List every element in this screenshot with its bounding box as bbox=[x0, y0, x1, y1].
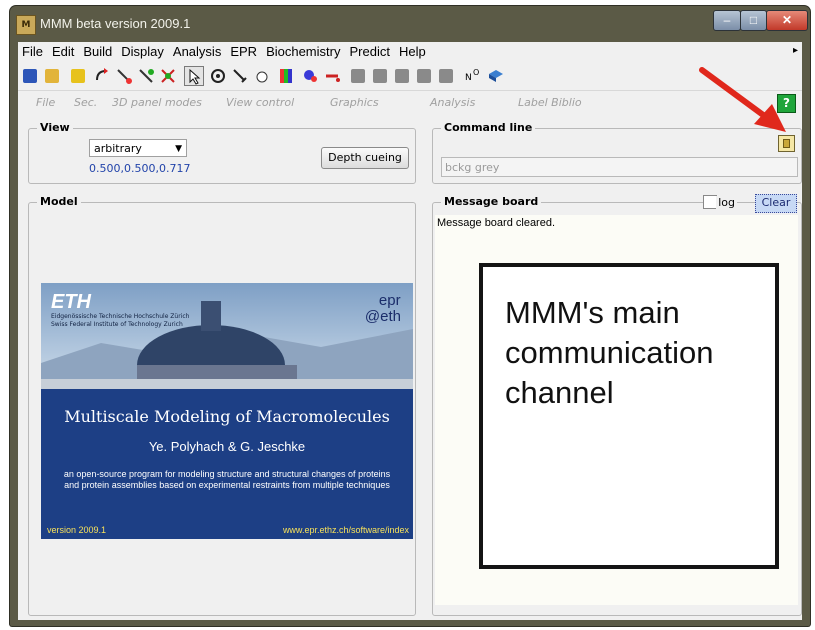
panel-mode-bar: File Sec. 3D panel modes View control Gr… bbox=[18, 92, 802, 113]
panel-view-control[interactable]: View control bbox=[226, 96, 294, 109]
splash-authors: Ye. Polyhach & G. Jeschke bbox=[148, 439, 306, 454]
model-group: Model ETH Eidgenössische Technische Hoch… bbox=[28, 195, 416, 616]
pointer-icon[interactable] bbox=[184, 66, 204, 86]
eth-logo: ETH bbox=[51, 291, 91, 313]
minimize-button[interactable]: – bbox=[713, 10, 741, 31]
splash-image: ETH Eidgenössische Technische Hochschule… bbox=[41, 283, 413, 539]
menu-overflow-icon[interactable]: ▸ bbox=[793, 45, 798, 56]
menu-predict[interactable]: Predict bbox=[345, 42, 394, 59]
save-icon[interactable] bbox=[20, 66, 40, 86]
view-group: View arbitrary ▼ 0.500,0.500,0.717 Depth… bbox=[28, 121, 416, 184]
view-mode-value: arbitrary bbox=[94, 142, 142, 155]
callout-text: MMM's main communication channel bbox=[505, 295, 714, 410]
lock-icon[interactable] bbox=[68, 66, 88, 86]
rotate-arrow-icon[interactable] bbox=[92, 66, 112, 86]
sphere-icon[interactable] bbox=[300, 66, 320, 86]
message-board-title: Message board bbox=[441, 195, 542, 208]
view-coordinates: 0.500,0.500,0.717 bbox=[89, 162, 191, 175]
eth-subtitle-line-2: Swiss Federal Institute of Technology Zu… bbox=[51, 321, 183, 328]
panel-analysis[interactable]: Analysis bbox=[430, 96, 475, 109]
view-group-title: View bbox=[37, 121, 73, 134]
disabled-tool-icon-2 bbox=[370, 66, 390, 86]
svg-text:N: N bbox=[465, 73, 472, 83]
depth-cueing-button[interactable]: Depth cueing bbox=[321, 147, 409, 169]
menu-biochemistry[interactable]: Biochemistry bbox=[262, 42, 345, 59]
zoom-icon[interactable] bbox=[230, 66, 250, 86]
menu-file[interactable]: File bbox=[18, 42, 48, 59]
message-board-area[interactable]: Message board cleared. MMM's main commun… bbox=[435, 215, 798, 605]
disabled-tool-icon-1 bbox=[348, 66, 368, 86]
window-title: MMM beta version 2009.1 bbox=[40, 16, 191, 31]
splash-version: version 2009.1 bbox=[47, 525, 107, 535]
disabled-tool-icon-3 bbox=[392, 66, 412, 86]
callout-box: MMM's main communication channel bbox=[479, 263, 779, 569]
svg-text:O: O bbox=[473, 68, 479, 77]
maximize-button[interactable]: □ bbox=[740, 10, 767, 31]
epr-eth-logo-text: @eth bbox=[364, 308, 401, 325]
view-mode-select[interactable]: arbitrary ▼ bbox=[89, 139, 187, 157]
open-folder-icon[interactable] bbox=[42, 66, 62, 86]
label-icon[interactable] bbox=[322, 66, 342, 86]
color-icon[interactable] bbox=[276, 66, 296, 86]
disabled-tool-icon-5 bbox=[436, 66, 456, 86]
message-board-group: Message board log Clear Message board cl… bbox=[432, 194, 802, 616]
epr-eth-logo: epr @eth bbox=[365, 293, 401, 325]
menu-epr[interactable]: EPR bbox=[226, 42, 262, 59]
splash-description: an open-source program for modeling stru… bbox=[63, 469, 391, 490]
menu-analysis[interactable]: Analysis bbox=[169, 42, 226, 59]
menu-display[interactable]: Display bbox=[117, 42, 169, 59]
deselect-icon[interactable] bbox=[158, 66, 178, 86]
title-bar[interactable]: M MMM beta version 2009.1 – □ ✕ bbox=[10, 6, 810, 40]
command-line-title: Command line bbox=[441, 121, 536, 134]
pan-hand-icon[interactable] bbox=[252, 66, 272, 86]
select-residue-icon[interactable] bbox=[136, 66, 156, 86]
model-group-title: Model bbox=[37, 195, 81, 208]
panel-label-biblio[interactable]: Label Biblio bbox=[518, 96, 582, 109]
client-area: File Edit Build Display Analysis EPR Biochemis… bbox=[18, 42, 802, 620]
book-icon[interactable] bbox=[486, 66, 506, 86]
nitroxide-icon[interactable]: NO bbox=[462, 66, 482, 86]
menu-help[interactable]: Help bbox=[395, 42, 431, 59]
panel-sec[interactable]: Sec. bbox=[74, 96, 97, 109]
close-button[interactable]: ✕ bbox=[766, 10, 808, 31]
splash-title: Multiscale Modeling of Macromolecules bbox=[64, 407, 390, 426]
command-input[interactable]: bckg grey bbox=[441, 157, 798, 177]
panel-graphics[interactable]: Graphics bbox=[330, 96, 379, 109]
menu-build[interactable]: Build bbox=[79, 42, 117, 59]
menu-edit[interactable]: Edit bbox=[48, 42, 79, 59]
panel-3d-modes[interactable]: 3D panel modes bbox=[112, 96, 202, 109]
annotation-arrow-icon bbox=[699, 67, 786, 132]
log-checkbox[interactable] bbox=[703, 195, 717, 209]
chevron-down-icon: ▼ bbox=[175, 144, 182, 154]
clear-button[interactable]: Clear bbox=[755, 194, 797, 213]
toolbar: NO bbox=[18, 62, 802, 91]
disabled-tool-icon-4 bbox=[414, 66, 434, 86]
menu-bar: File Edit Build Display Analysis EPR Biochemis… bbox=[18, 42, 802, 62]
log-label: log bbox=[716, 196, 737, 209]
epr-logo-text: epr bbox=[378, 292, 401, 309]
splash-url: www.epr.ethz.ch/software/index bbox=[282, 525, 409, 535]
message-text: Message board cleared. bbox=[437, 217, 556, 229]
select-atom-icon[interactable] bbox=[114, 66, 134, 86]
eth-subtitle-line-1: Eidgenössische Technische Hochschule Zür… bbox=[51, 313, 190, 320]
app-icon: M bbox=[16, 15, 36, 35]
rotate-view-icon[interactable] bbox=[208, 66, 228, 86]
panel-file[interactable]: File bbox=[36, 96, 55, 109]
eth-subtitle: Eidgenössische Technische Hochschule Zür… bbox=[51, 313, 189, 329]
splash-photo: ETH Eidgenössische Technische Hochschule… bbox=[41, 283, 413, 389]
